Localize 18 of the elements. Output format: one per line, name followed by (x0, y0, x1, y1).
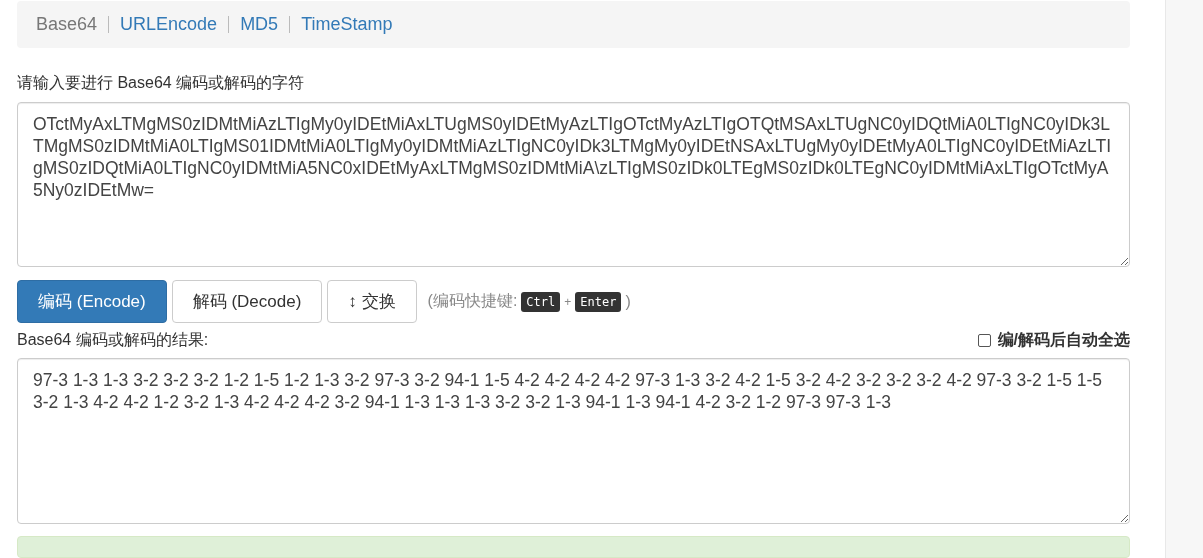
key-label: Ctrl (521, 291, 561, 312)
action-button[interactable]: ↕ 交换 (327, 280, 417, 324)
nav-tab[interactable]: Base64 (36, 13, 98, 35)
nav-tab[interactable]: TimeStamp (301, 13, 393, 35)
nav-tab[interactable]: URLEncode (120, 13, 218, 35)
checkbox[interactable] (977, 334, 991, 348)
closing-paren: ) (625, 292, 631, 311)
input-label: 请输入要进行 Base64 编码或解码的字符 (17, 72, 306, 93)
input-field[interactable]: OTctMyAxLTMgMS0zIDMtMiAzLTIgMy0yIDEtMiAxLTUgMS0yIDEtMyAzLTIgOTctMyAzLTIgOTQtMSAxLTUgNC0yIDQtMiA0LTIgNC0yIDk3LTMgMS0zIDMtMiA0LTIgMS01IDMtMiA0LTIgMy0yIDMtMiAzLTIgNC0yIDk3LTMgMy0yIDEtNSAxLTUgMy0yIDEtMyA0LTIgNC0yIDEtMiAzLTIgMS0zIDQtMiA0LTIgNC0yIDMtMiA5NC0xIDEtMyAxLTMgMS0zIDMtMiA\zLTIgMS0zIDk0LTEgMS0zIDk0LTEgNC0yIDMtMiAxLTIgOTctMyA5Ny0zIDEtMw= (17, 101, 1130, 268)
action-button[interactable]: 解码 (Decode) (171, 280, 323, 324)
encode-button[interactable]: 编码 (Encode) (17, 280, 167, 324)
output-field[interactable]: 97-3 1-3 1-3 3-2 3-2 3-2 1-2 1-5 1-2 1-3 3-2 97-3 3-2 94-1 1-5 4-2 4-2 4-2 4-2 97-3 1-3 3-2 4-2 1-5 3-2 4-2 3-2 3-2 3-2 4-2 97-3 3-2 1-5 1-5 3-2 1-3 4-2 4-2 1-2 3-2 1-3 4-2 4-2 4-2 3-2 94-1 1-3 1-3 1-3 3-2 3-2 1-3 94-1 1-3 94-1 4-2 3-2 1-2 97-3 97-3 1-3 (17, 358, 1130, 525)
checkbox-label[interactable]: 编/解码后自动全选 (997, 330, 1130, 352)
output-label: Base64 编码或解码的结果: (17, 330, 209, 351)
plus-sign: + (564, 294, 572, 309)
key-label: Enter (575, 291, 622, 312)
nav-tab[interactable]: MD5 (240, 13, 279, 35)
shortcut-hint: (编码快捷键: (427, 291, 518, 312)
